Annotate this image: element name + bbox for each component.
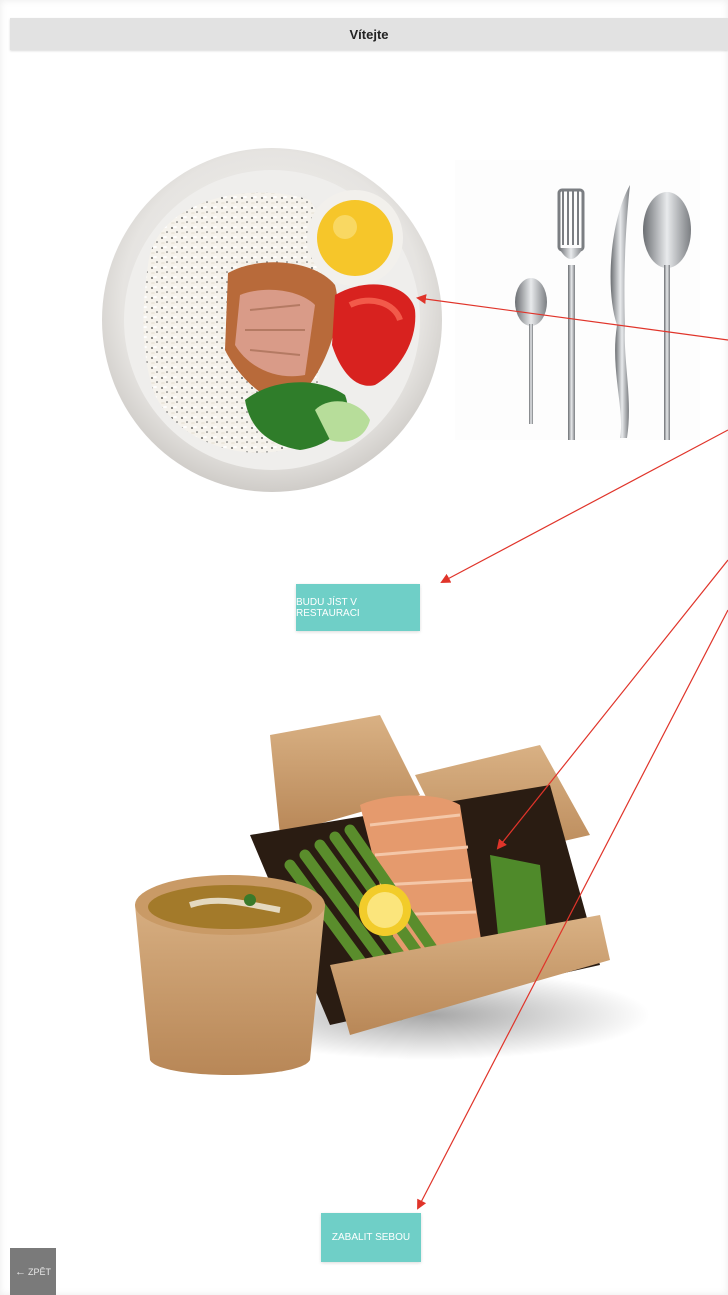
kiosk-screen: Vítejte BUDU JÍST V RESTAURACI ZABALIT S… (0, 0, 728, 1295)
cutlery-image[interactable] (455, 160, 700, 440)
page-title: Vítejte (349, 26, 389, 42)
takeaway-button[interactable]: ZABALIT SEBOU (321, 1213, 421, 1262)
takeaway-food-image[interactable] (130, 715, 670, 1095)
plate-food-image[interactable] (100, 145, 445, 500)
back-button-label: ZPĚT (27, 1266, 51, 1277)
arrow-left-icon: ← (14, 1265, 26, 1278)
back-button[interactable]: ← ZPĚT (10, 1248, 56, 1295)
annotation-arrow (440, 429, 728, 583)
title-bar: Vítejte (10, 18, 728, 50)
dine-in-button[interactable]: BUDU JÍST V RESTAURACI (296, 584, 420, 631)
